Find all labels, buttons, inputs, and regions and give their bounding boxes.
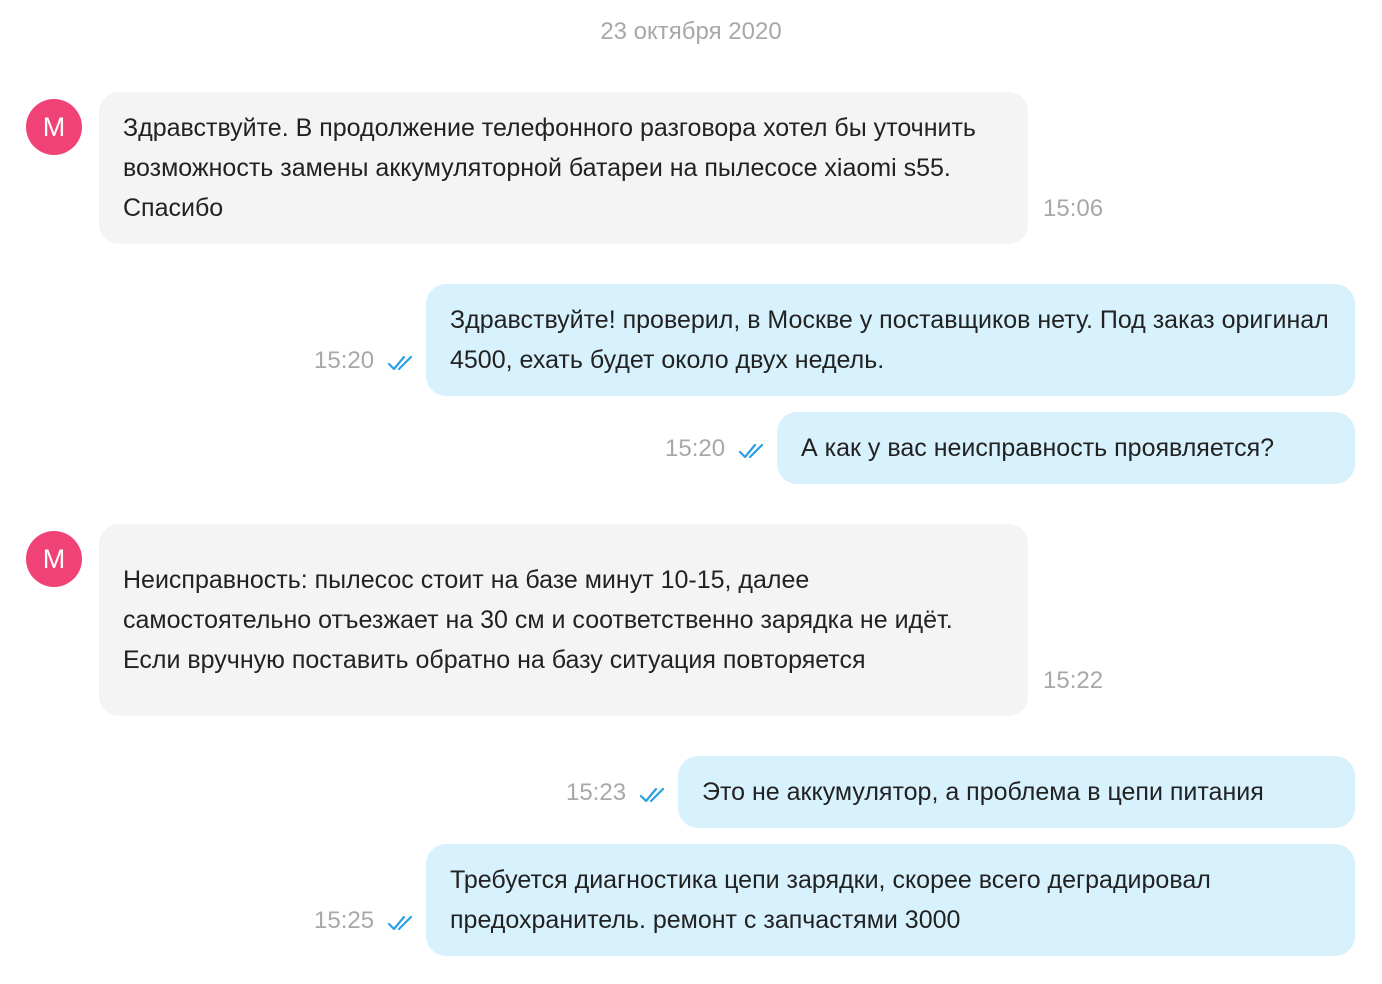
message-bubble-incoming[interactable]: Здравствуйте. В продолжение телефонного … — [99, 92, 1028, 244]
date-separator: 23 октября 2020 — [600, 18, 782, 45]
avatar[interactable]: M — [26, 99, 82, 155]
message-time: 15:06 — [1043, 195, 1104, 222]
message-bubble-incoming[interactable]: Неисправность: пылесос стоит на базе мин… — [99, 524, 1028, 716]
message-time: 15:20 — [665, 435, 726, 462]
message-text: Требуется диагностика цепи зарядки, скор… — [450, 866, 1211, 934]
message-time: 15:20 — [314, 347, 375, 374]
message-time: 15:23 — [566, 779, 627, 806]
double-check-icon — [387, 915, 413, 931]
message-bubble-outgoing[interactable]: Требуется диагностика цепи зарядки, скор… — [426, 844, 1355, 956]
double-check-icon — [738, 443, 764, 459]
double-check-icon — [639, 787, 665, 803]
message-time: 15:25 — [314, 907, 375, 934]
avatar[interactable]: M — [26, 531, 82, 587]
message-text: А как у вас неисправность проявляется? — [801, 434, 1275, 462]
message-bubble-outgoing[interactable]: Здравствуйте! проверил, в Москве у поста… — [426, 284, 1355, 396]
message-text: Неисправность: пылесос стоит на базе мин… — [123, 566, 953, 674]
message-bubble-outgoing[interactable]: Это не аккумулятор, а проблема в цепи пи… — [678, 756, 1355, 828]
message-text: Здравствуйте! проверил, в Москве у поста… — [450, 306, 1329, 374]
message-text: Здравствуйте. В продолжение телефонного … — [123, 114, 976, 222]
message-time: 15:22 — [1043, 667, 1104, 694]
double-check-icon — [387, 355, 413, 371]
message-text: Это не аккумулятор, а проблема в цепи пи… — [702, 778, 1264, 806]
message-bubble-outgoing[interactable]: А как у вас неисправность проявляется? — [777, 412, 1355, 484]
